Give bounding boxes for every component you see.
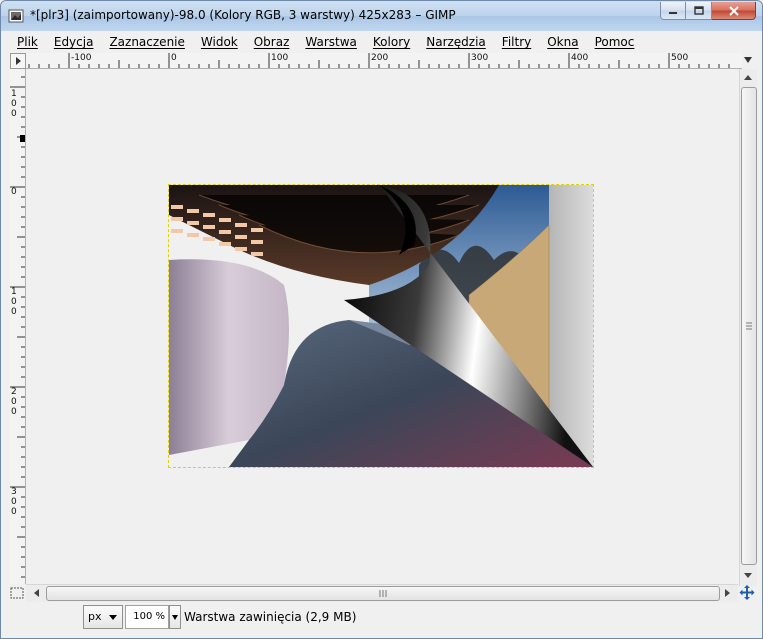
status-bar: px 100 % Warstwa zawinięcia (2,9 MB) [1, 602, 762, 638]
minimize-icon [669, 11, 677, 14]
title-bar: *[plr3] (zaimportowany)-98.0 (Kolory RGB… [1, 1, 762, 31]
menu-tools[interactable]: Narzędzia [418, 32, 494, 52]
right-arrow-icon [16, 57, 21, 65]
chevron-down-icon [109, 615, 117, 620]
zoom-input[interactable]: 100 % [125, 605, 169, 629]
h-ruler-label: -100 [71, 53, 92, 63]
h-ruler-label: 100 [271, 53, 289, 63]
layer-status-label: Warstwa zawinięcia (2,9 MB) [184, 610, 357, 624]
horizontal-scroll-thumb[interactable] [46, 586, 720, 601]
vertical-scrollbar[interactable] [739, 69, 757, 586]
menu-view[interactable]: Widok [193, 32, 246, 52]
v-ruler-label: 200 [11, 387, 17, 417]
scroll-down-button[interactable] [741, 569, 755, 583]
grip-icon [379, 590, 387, 597]
scroll-right-button[interactable] [721, 586, 735, 600]
horizontal-scrollbar[interactable] [26, 584, 738, 602]
navigate-icon [739, 585, 755, 600]
h-ruler-label: 300 [471, 53, 489, 63]
up-arrow-icon [744, 75, 752, 80]
left-arrow-icon [34, 589, 39, 597]
maximize-icon [693, 6, 704, 15]
window-title: *[plr3] (zaimportowany)-98.0 (Kolory RGB… [30, 8, 456, 22]
chevron-down-icon [172, 615, 178, 620]
h-ruler-label: 200 [371, 53, 389, 63]
photo-with-page-curl [169, 185, 593, 467]
vertical-ruler[interactable]: 100 0 100 200 300 [10, 69, 26, 584]
menu-edit[interactable]: Edycja [46, 32, 102, 52]
menu-colors[interactable]: Kolory [365, 32, 418, 52]
v-ruler-label: 300 [11, 487, 17, 517]
scroll-left-button[interactable] [29, 586, 43, 600]
quick-mask-toggle[interactable] [10, 586, 24, 600]
quick-mask-icon [10, 587, 24, 599]
right-arrow-icon [725, 589, 730, 597]
navigate-button[interactable] [739, 584, 755, 601]
window-controls [660, 2, 756, 20]
canvas-area[interactable] [26, 69, 737, 584]
down-arrow-icon [744, 573, 752, 578]
vertical-scroll-thumb[interactable] [741, 87, 757, 565]
unit-value: px [88, 610, 102, 623]
zoom-follow-icon[interactable] [742, 54, 754, 66]
h-ruler-label: 500 [671, 53, 689, 63]
menu-windows[interactable]: Okna [539, 32, 586, 52]
gimp-window: *[plr3] (zaimportowany)-98.0 (Kolory RGB… [0, 0, 763, 639]
h-ruler-label: 0 [171, 53, 177, 63]
menu-layer[interactable]: Warstwa [297, 32, 365, 52]
pointer-marker [20, 135, 25, 142]
maximize-button[interactable] [686, 2, 712, 20]
menu-select[interactable]: Zaznaczenie [101, 32, 192, 52]
menu-filters[interactable]: Filtry [494, 32, 539, 52]
image-menu-button[interactable] [10, 53, 26, 69]
minimize-button[interactable] [660, 2, 686, 20]
close-button[interactable] [712, 2, 756, 20]
image-canvas[interactable] [168, 184, 594, 468]
v-ruler-label: 100 [11, 287, 17, 317]
horizontal-ruler[interactable]: -100 0 100 200 300 400 500 [26, 53, 742, 69]
scroll-up-button[interactable] [741, 70, 755, 84]
v-ruler-label: 0 [11, 187, 17, 197]
zoom-dropdown-button[interactable] [169, 605, 181, 629]
unit-selector[interactable]: px [83, 605, 123, 629]
menu-bar: Plik Edycja Zaznaczenie Widok Obraz Wars… [9, 32, 642, 52]
menu-image[interactable]: Obraz [246, 32, 298, 52]
close-icon [728, 5, 739, 16]
gimp-icon[interactable] [8, 8, 24, 24]
grip-icon [746, 322, 752, 330]
menu-file[interactable]: Plik [9, 32, 46, 52]
h-ruler-label: 400 [571, 53, 589, 63]
menu-help[interactable]: Pomoc [587, 32, 643, 52]
v-ruler-label: 100 [11, 89, 17, 119]
